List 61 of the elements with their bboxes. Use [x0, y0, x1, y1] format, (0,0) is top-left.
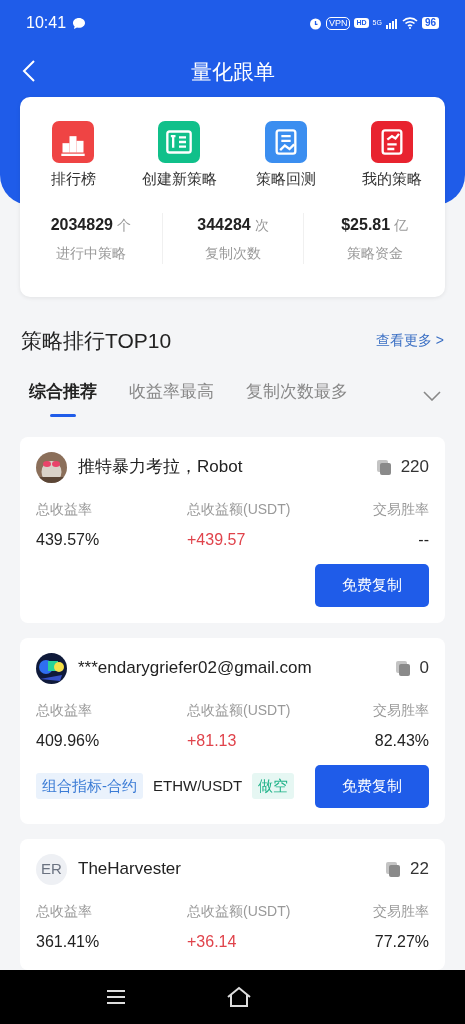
metric-label: 总收益额(USDT): [187, 499, 291, 519]
metric-label: 交易胜率: [373, 700, 429, 720]
vpn-badge: VPN: [325, 16, 351, 30]
stat-value: 344284: [197, 214, 251, 235]
shortcut-button[interactable]: 策略回测: [232, 121, 339, 191]
metric-label: 总收益率: [36, 901, 92, 921]
copy-button[interactable]: 免费复制: [315, 764, 429, 808]
metric-value: --: [418, 529, 429, 550]
wifi-icon: [401, 17, 418, 29]
shortcut-button[interactable]: 我的策略: [338, 121, 445, 191]
stat-value: 2034829: [50, 214, 113, 235]
metric-label: 总收益额(USDT): [187, 901, 291, 921]
metric-value: 361.41%: [36, 931, 100, 952]
copy-count: 22: [410, 858, 429, 881]
stat-unit: 次: [254, 215, 269, 235]
status-time: 10:41: [26, 13, 67, 33]
strategy-name: TheHarvester: [78, 858, 181, 881]
metric-label: 交易胜率: [373, 499, 429, 519]
chevron-down-icon[interactable]: [423, 390, 441, 401]
battery-indicator: 96: [421, 17, 439, 29]
home-icon[interactable]: [226, 986, 252, 1008]
metric-value: 82.43%: [374, 730, 429, 751]
metric-label: 交易胜率: [373, 901, 429, 921]
metric-value: 77.27%: [374, 931, 429, 952]
filter-tab[interactable]: 综合推荐: [29, 374, 97, 417]
copy-icon: [384, 860, 403, 878]
signal-icon: [385, 17, 398, 29]
metric-label: 总收益额(USDT): [187, 700, 291, 720]
stat-label: 策略资金: [346, 243, 403, 263]
shortcut-button[interactable]: 创建新策略: [126, 121, 233, 191]
strategy-tag: 做空: [252, 773, 295, 799]
section-title: 策略排行TOP10: [21, 328, 172, 354]
see-more-link[interactable]: 查看更多 >: [375, 330, 444, 352]
metric-value: 409.96%: [36, 730, 100, 751]
strategy-tag: 组合指标-合约: [36, 773, 143, 799]
stat-label: 进行中策略: [55, 243, 126, 263]
copy-count: 0: [419, 657, 429, 680]
stat-label: 复制次数: [205, 243, 261, 263]
copy-icon: [393, 659, 412, 677]
metric-value: +439.57: [187, 529, 246, 550]
stat-unit: 个: [116, 215, 131, 235]
avatar: ER: [36, 853, 67, 885]
metric-value: +81.13: [187, 730, 237, 751]
shortcut-button[interactable]: 排行榜: [20, 121, 127, 191]
stat-unit: 亿: [394, 215, 409, 235]
metric-value: +36.14: [187, 931, 237, 952]
back-icon: [22, 59, 36, 83]
metric-value: 439.57%: [36, 529, 100, 550]
stat-value: $25.81: [341, 214, 391, 235]
metric-label: 总收益率: [36, 499, 92, 519]
strategy-name: ***endarygriefer02@gmail.com: [78, 657, 312, 680]
alarm-icon: [308, 16, 322, 30]
copy-icon: [374, 458, 393, 476]
page-title: 量化跟单: [190, 58, 275, 85]
menu-icon[interactable]: [106, 989, 126, 1005]
copy-count: 220: [400, 456, 429, 479]
strategy-name: 推特暴力考拉，Robot: [78, 456, 243, 479]
copy-button[interactable]: 免费复制: [315, 563, 429, 607]
metric-label: 总收益率: [36, 700, 92, 720]
chat-icon: [72, 16, 87, 30]
strategy-tag: ETHW/USDT: [149, 773, 247, 799]
